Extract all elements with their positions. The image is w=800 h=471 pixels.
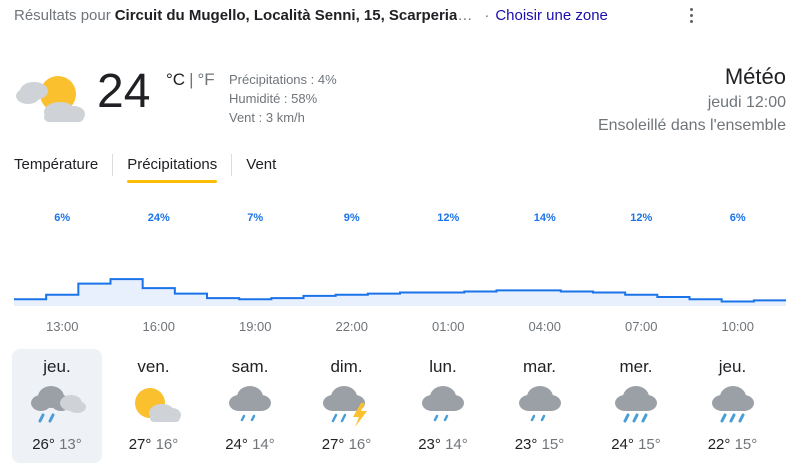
location-name: Circuit du Mugello, Località Senni, 15, … (114, 6, 458, 24)
tab-precipitation[interactable]: Précipitations (127, 152, 218, 183)
thunderstorm-icon (322, 386, 367, 427)
day-high: 26 (32, 436, 49, 453)
rain-icon (615, 386, 657, 423)
day-low: 16 (155, 436, 173, 453)
day-temperatures: 24° 14° (225, 436, 275, 453)
day-low: 13 (59, 436, 76, 453)
day-name: dim. (330, 357, 363, 376)
day-card[interactable]: jeu. 26° 13° (12, 349, 102, 463)
daily-forecast: jeu. 26° 13° ven. 27° 16° sam. 24° 14° d… (12, 349, 792, 463)
results-prefix: Résultats pour (14, 6, 111, 24)
weather-title: Météo (724, 64, 786, 89)
wind-text: Vent : 3 km/h (229, 110, 305, 125)
day-high: 27 (128, 436, 146, 453)
day-low: 15 (638, 436, 655, 453)
day-name: jeu. (718, 357, 747, 376)
tab-divider (231, 154, 233, 176)
day-high: 24 (611, 436, 628, 453)
choose-zone-link[interactable]: Choisir une zone (495, 7, 608, 24)
day-temperatures: 22° 15° (707, 436, 758, 453)
chart-tabs: Température Précipitations Vent (14, 152, 290, 188)
day-card[interactable]: mar. 23° 15° (495, 349, 585, 463)
current-details: Précipitations : 4% Humidité : 58% Vent … (229, 70, 337, 127)
tab-wind[interactable]: Vent (246, 152, 276, 183)
day-card[interactable]: lun. 23° 14° (398, 349, 488, 463)
day-low: 14 (445, 436, 462, 453)
weather-summary: Météo jeudi 12:00 Ensoleillé dans l'ense… (598, 63, 786, 137)
precipitation-chart: 6% 13:00 24% 16:00 7% 19:00 9% 22:00 12% 01:00 14%… (14, 212, 786, 334)
humidity-text: Humidité : 58% (229, 91, 318, 106)
day-high: 23 (514, 436, 532, 453)
precipitation-value-label: 24% (148, 212, 170, 224)
hour-tick-label: 04:00 (528, 319, 561, 334)
precipitation-value-label: 12% (630, 212, 652, 224)
day-name: lun. (429, 357, 457, 376)
day-name: sam. (231, 357, 269, 376)
location-bar: Résultats pour Circuit du Mugello, Local… (14, 5, 794, 25)
day-temperatures: 27° 16° (321, 436, 372, 453)
separator-dot: · (484, 6, 490, 24)
precipitation-value-label: 7% (247, 212, 263, 224)
precipitation-value-label: 12% (437, 212, 459, 224)
day-name: mer. (619, 357, 653, 376)
hour-tick-label: 10:00 (721, 319, 754, 334)
day-temperatures: 23° 14° (418, 436, 468, 453)
weather-time: jeudi 12:00 (707, 94, 786, 111)
tab-temperature[interactable]: Température (14, 152, 98, 183)
unit-celsius[interactable]: °C (166, 70, 185, 90)
showers-icon (518, 386, 561, 422)
day-temperatures: 23° 15° (514, 436, 565, 453)
unit-separator: | (189, 70, 194, 89)
tab-divider (112, 154, 114, 176)
hour-tick-label: 01:00 (432, 319, 465, 334)
hour-tick-label: 16:00 (142, 319, 175, 334)
showers-icon (229, 386, 271, 422)
day-card[interactable]: sam. 24° 14° (205, 349, 295, 463)
rain-icon (711, 386, 754, 423)
partly-sunny-icon (134, 388, 181, 422)
day-card[interactable]: dim. 27° 16° (302, 349, 392, 463)
precipitation-value-label: 6% (730, 212, 746, 224)
more-options-icon[interactable] (685, 3, 697, 27)
day-temperatures: 26° 13° (32, 436, 82, 453)
day-high: 22 (707, 436, 725, 453)
day-name: ven. (137, 357, 170, 376)
rain-cloud-icon (31, 386, 86, 423)
day-low: 16 (348, 436, 366, 453)
day-name: mar. (522, 357, 557, 376)
partly-cloudy-icon (16, 76, 85, 122)
unit-fahrenheit[interactable]: °F (198, 70, 215, 90)
hour-tick-label: 13:00 (46, 319, 79, 334)
hour-tick-label: 19:00 (239, 319, 272, 334)
ellipsis: … (457, 6, 473, 24)
showers-icon (422, 386, 464, 422)
precipitation-value-label: 6% (54, 212, 70, 224)
day-temperatures: 27° 16° (128, 436, 179, 453)
current-temperature: 24 (97, 65, 151, 118)
day-card[interactable]: mer. 24° 15° (591, 349, 681, 463)
day-high: 23 (418, 436, 435, 453)
precipitation-value-label: 14% (534, 212, 556, 224)
day-low: 14 (252, 436, 269, 453)
hour-tick-label: 07:00 (625, 319, 658, 334)
day-card[interactable]: jeu. 22° 15° (688, 349, 778, 463)
day-temperatures: 24° 15° (611, 436, 661, 453)
day-high: 24 (225, 436, 242, 453)
hour-tick-label: 22:00 (335, 319, 368, 334)
weather-description: Ensoleillé dans l'ensemble (597, 117, 786, 134)
day-high: 27 (321, 436, 339, 453)
unit-switcher: °C | °F (166, 70, 215, 90)
precipitation-text: Précipitations : 4% (229, 72, 337, 87)
day-card[interactable]: ven. 27° 16° (109, 349, 199, 463)
precipitation-value-label: 9% (344, 212, 360, 224)
day-low: 15 (541, 436, 559, 453)
day-name: jeu. (43, 357, 71, 376)
day-low: 15 (734, 436, 752, 453)
